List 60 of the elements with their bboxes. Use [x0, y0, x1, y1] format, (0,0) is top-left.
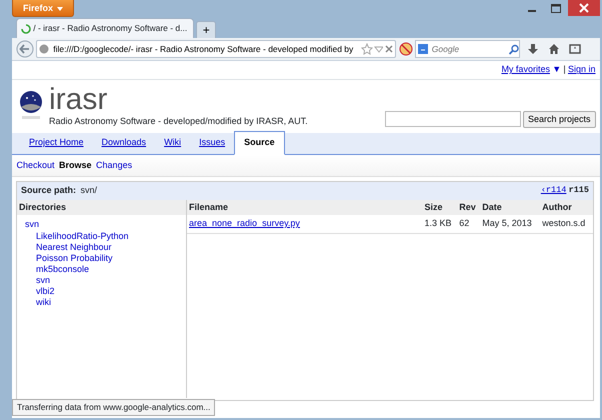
- directory-link[interactable]: vlbi2: [25, 286, 186, 297]
- subtab-link[interactable]: Checkout: [16, 158, 55, 172]
- column-header: Rev: [457, 200, 480, 215]
- close-button[interactable]: [568, 0, 600, 16]
- table-cell: 62: [457, 215, 480, 233]
- close-icon[interactable]: [383, 43, 396, 55]
- project-tab[interactable]: Downloads: [92, 132, 156, 154]
- minimize-icon: [528, 10, 536, 12]
- directory-link[interactable]: Poisson Probability: [25, 253, 186, 264]
- globe-icon: [39, 44, 50, 54]
- column-header: Size: [422, 200, 458, 215]
- subtab-link[interactable]: Changes: [96, 158, 132, 172]
- home-icon[interactable]: [548, 43, 560, 55]
- project-name: irasr: [49, 84, 108, 114]
- download-icon[interactable]: [526, 43, 538, 55]
- search-icon[interactable]: [508, 44, 519, 54]
- tab-title: / - irasr - Radio Astronomy Software - d...: [33, 22, 188, 35]
- search-field[interactable]: Google: [414, 40, 520, 58]
- table-cell: May 5, 2013: [480, 215, 540, 233]
- subtab-link[interactable]: Browse: [59, 158, 92, 172]
- directory-link[interactable]: svn: [25, 219, 186, 230]
- project-tab[interactable]: Wiki: [155, 132, 190, 154]
- new-tab-button[interactable]: +: [196, 21, 216, 38]
- table-cell: 1.3 KB: [422, 215, 458, 233]
- blocked-addon-icon[interactable]: [398, 42, 412, 56]
- bookmark-star-icon[interactable]: [361, 43, 374, 55]
- my-favorites-link[interactable]: My favorites: [501, 63, 550, 77]
- search-engine-icon[interactable]: [418, 44, 428, 54]
- directory-link[interactable]: svn: [25, 275, 186, 286]
- caret-icon: [57, 6, 64, 11]
- directory-link[interactable]: Nearest Neighbour: [25, 242, 186, 253]
- back-button[interactable]: [16, 40, 34, 58]
- file-link[interactable]: area_none_radio_survey.py: [189, 218, 300, 228]
- browser-tab[interactable]: / - irasr - Radio Astronomy Software - d...: [16, 18, 194, 38]
- search-projects-button[interactable]: Search projects: [522, 110, 596, 128]
- bookmarks-icon[interactable]: [568, 43, 580, 55]
- previous-revision-link[interactable]: ‹r114: [540, 184, 566, 198]
- directory-link[interactable]: mk5bconsole: [25, 264, 186, 275]
- close-icon: [578, 2, 590, 14]
- column-header: Filename: [187, 200, 422, 215]
- table-cell: weston.s.d: [540, 215, 593, 233]
- sign-in-link[interactable]: Sign in: [568, 63, 596, 77]
- project-tab[interactable]: Source: [234, 131, 285, 154]
- status-bar: Transferring data from www.google-analytics.com...: [12, 399, 216, 416]
- project-tab[interactable]: Project Home: [20, 132, 93, 154]
- directory-link[interactable]: wiki: [25, 297, 186, 308]
- column-header: Author: [540, 200, 593, 215]
- project-search-field[interactable]: [384, 110, 521, 126]
- separator: |: [563, 63, 566, 76]
- url-field[interactable]: file:///D:/googlecode/- irasr - Radio Astronomy Software - developed modified by: [36, 40, 396, 58]
- path-label: Source path:: [21, 184, 76, 197]
- project-tab[interactable]: Issues: [190, 132, 234, 154]
- maximize-icon: [550, 2, 562, 14]
- directory-link[interactable]: LikelihoodRatio-Python: [25, 231, 186, 242]
- path-value: svn/: [80, 184, 98, 197]
- dropdown-caret[interactable]: ▼: [552, 63, 562, 77]
- column-header: Directories: [17, 200, 186, 215]
- current-revision: r115: [568, 184, 589, 198]
- project-summary: Radio Astronomy Software - developed/modified by IRASR, AUT.: [49, 114, 308, 128]
- column-header: Date: [480, 200, 540, 215]
